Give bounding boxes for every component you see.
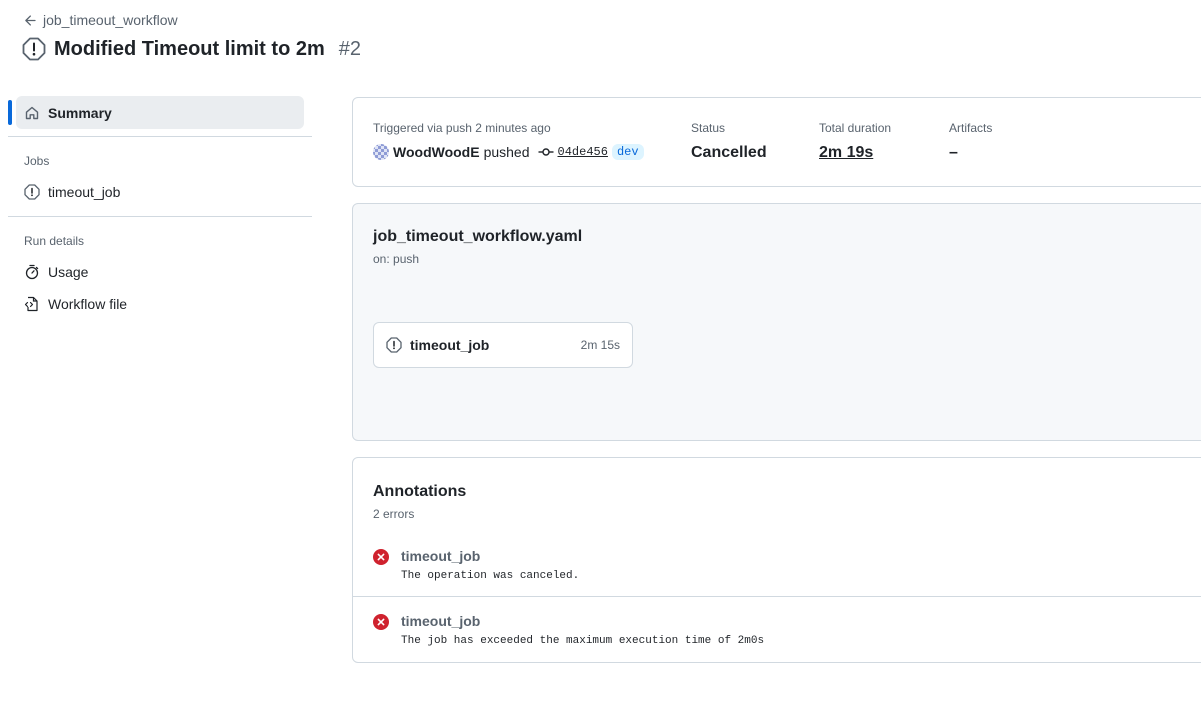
- stopwatch-icon: [25, 264, 39, 280]
- sidebar-item-label: timeout_job: [48, 184, 121, 200]
- sidebar-item-summary[interactable]: Summary: [8, 96, 304, 129]
- annotations-count: 2 errors: [373, 507, 415, 521]
- sidebar-item-label: Workflow file: [48, 296, 128, 312]
- sidebar: Summary Jobs timeout_job Run details Usa…: [8, 96, 312, 320]
- annotation-job-link[interactable]: timeout_job: [401, 548, 480, 564]
- x-circle-fill-icon: [373, 614, 389, 630]
- sidebar-item-usage[interactable]: Usage: [8, 256, 312, 288]
- job-duration: 2m 15s: [580, 338, 620, 352]
- run-summary-card: Triggered via push 2 minutes ago WoodWoo…: [352, 97, 1201, 187]
- annotation-message: The operation was canceled.: [401, 570, 580, 582]
- artifacts-value: –: [949, 144, 958, 161]
- workflow-graph-card: job_timeout_workflow.yaml on: push timeo…: [352, 203, 1201, 441]
- page-title-row: Modified Timeout limit to 2m #2: [22, 37, 361, 61]
- alert-circle-icon: [24, 184, 40, 200]
- annotation-message: The job has exceeded the maximum executi…: [401, 635, 765, 647]
- trigger-label: Triggered via push 2 minutes ago: [373, 121, 551, 135]
- run-number: #2: [338, 37, 361, 60]
- x-circle-fill-icon: [373, 549, 389, 565]
- job-node-timeout-job[interactable]: timeout_job 2m 15s: [373, 322, 633, 368]
- annotation-job-link[interactable]: timeout_job: [401, 613, 480, 629]
- workflow-trigger: on: push: [373, 252, 420, 266]
- page-title: Modified Timeout limit to 2m: [54, 37, 325, 60]
- trigger-column: Triggered via push 2 minutes ago WoodWoo…: [373, 121, 644, 160]
- actor-link[interactable]: WoodWoodE: [393, 144, 480, 160]
- home-icon: [25, 106, 39, 119]
- divider: [8, 136, 312, 137]
- branch-badge[interactable]: dev: [611, 144, 644, 160]
- duration-label: Total duration: [819, 121, 892, 135]
- divider: [353, 596, 1201, 597]
- duration-link[interactable]: 2m 19s: [819, 144, 873, 162]
- action-text: pushed: [483, 144, 530, 160]
- avatar[interactable]: [373, 144, 389, 160]
- sidebar-item-label: Usage: [48, 264, 89, 280]
- status-label: Status: [691, 121, 726, 135]
- main-content: Triggered via push 2 minutes ago WoodWoo…: [352, 97, 1201, 663]
- run-details-heading: Run details: [24, 234, 85, 248]
- artifacts-column: Artifacts –: [949, 121, 992, 162]
- jobs-heading: Jobs: [24, 154, 50, 168]
- job-name: timeout_job: [410, 337, 490, 353]
- sidebar-item-label: Summary: [48, 104, 112, 121]
- commit-link[interactable]: 04de456: [558, 145, 608, 159]
- status-value: Cancelled: [691, 144, 767, 161]
- back-link[interactable]: job_timeout_workflow: [24, 12, 178, 28]
- sidebar-item-timeout-job[interactable]: timeout_job: [8, 176, 312, 208]
- status-column: Status Cancelled: [691, 121, 767, 162]
- back-link-label: job_timeout_workflow: [43, 12, 178, 28]
- sidebar-item-workflow-file[interactable]: Workflow file: [8, 288, 312, 320]
- commit-icon: [538, 148, 554, 156]
- alert-circle-icon: [386, 337, 402, 353]
- annotation-item: timeout_job The job has exceeded the max…: [353, 607, 1201, 671]
- annotations-card: Annotations 2 errors timeout_job The ope…: [352, 457, 1201, 663]
- divider: [8, 216, 312, 217]
- arrow-left-icon: [25, 14, 36, 26]
- artifacts-label: Artifacts: [949, 121, 993, 135]
- file-code-icon: [24, 296, 38, 312]
- annotations-title: Annotations: [373, 483, 467, 500]
- alert-circle-icon: [22, 37, 46, 61]
- duration-column: Total duration 2m 19s: [819, 121, 891, 162]
- workflow-file-name: job_timeout_workflow.yaml: [373, 228, 583, 245]
